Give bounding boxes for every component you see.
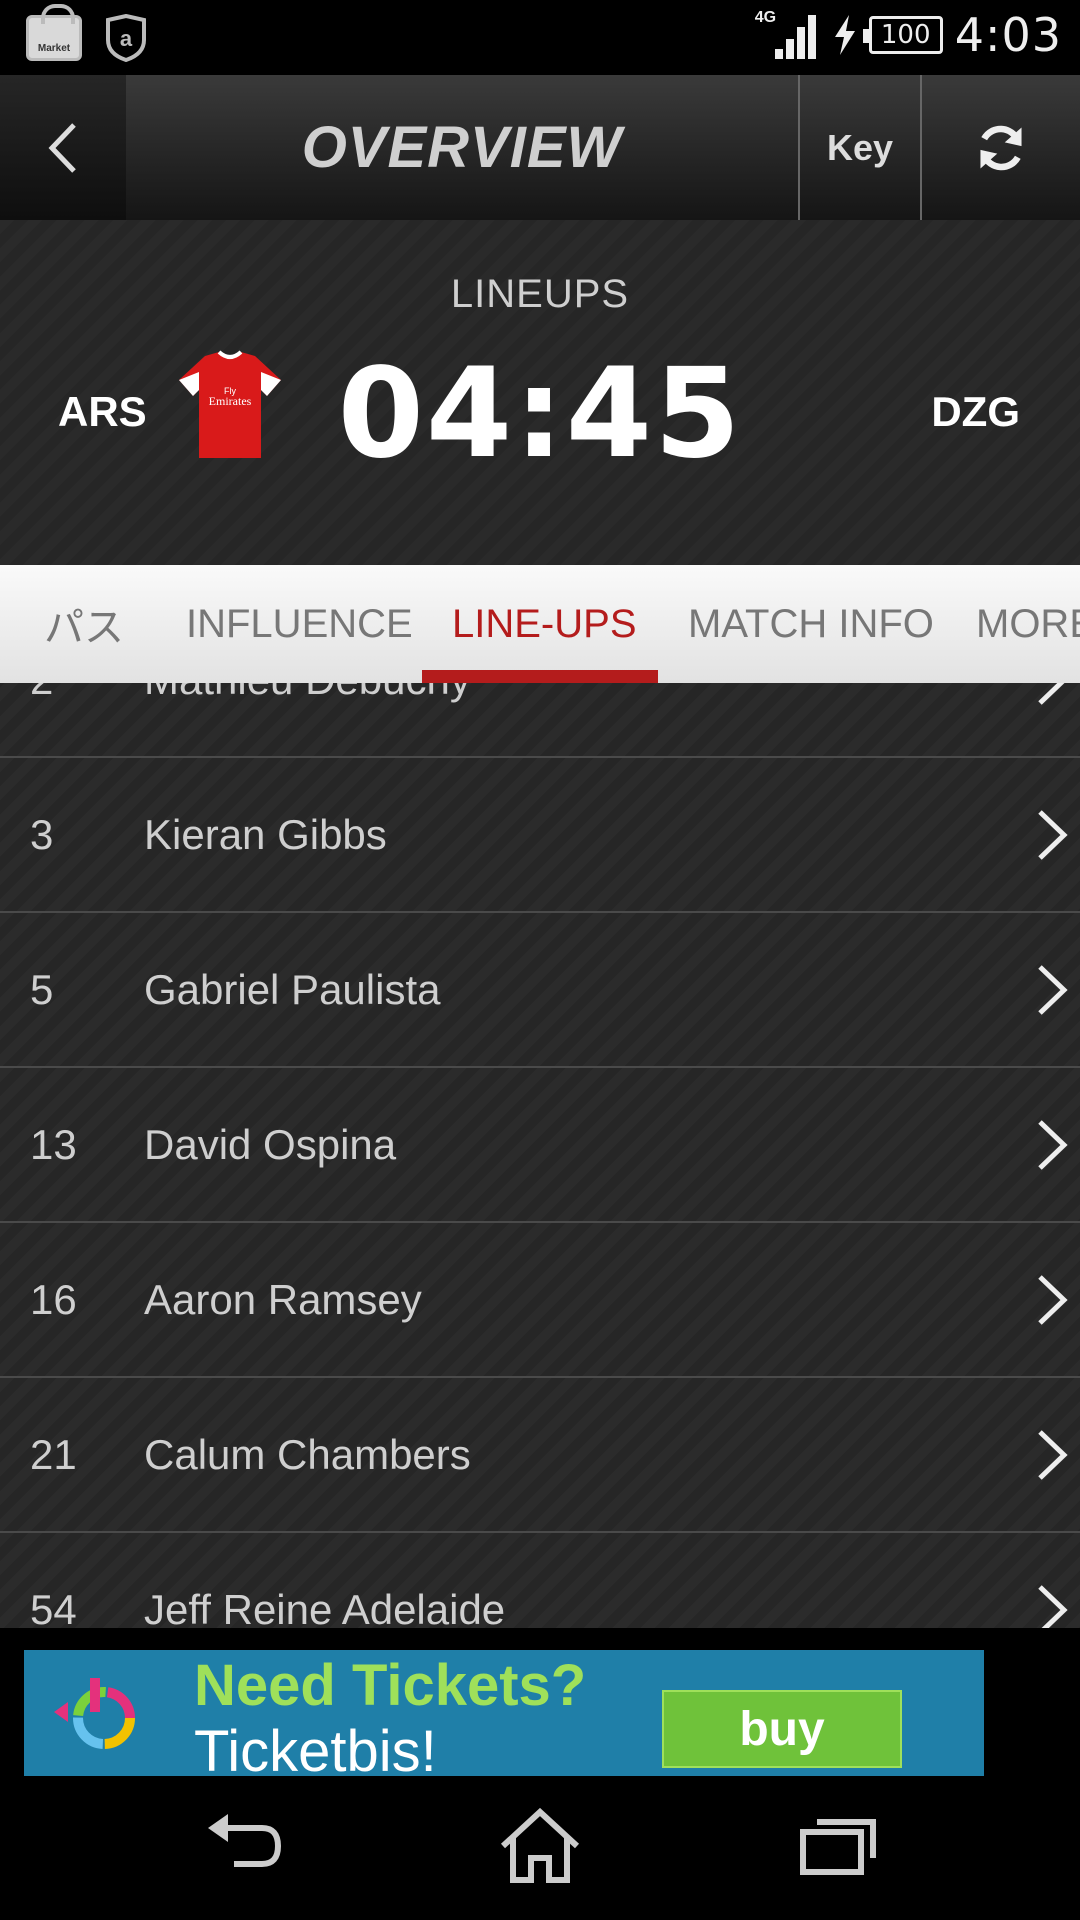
ad-buy-button[interactable]: buy	[662, 1690, 902, 1768]
arsenal-app-icon: a	[106, 14, 146, 62]
status-bar: Market a 4G 100 4:03	[0, 0, 1080, 75]
ad-subline: Ticketbis!	[194, 1719, 437, 1776]
tab-more[interactable]: MORE	[976, 565, 1080, 683]
clock: 4:03	[954, 8, 1062, 62]
page-title: OVERVIEW	[301, 115, 623, 180]
chevron-right-icon	[1038, 1585, 1068, 1628]
player-name: Gabriel Paulista	[144, 965, 441, 1013]
market-icon: Market	[26, 4, 82, 61]
chevron-right-icon	[1038, 1275, 1068, 1325]
top-nav: OVERVIEW Key	[0, 75, 1080, 220]
chevron-right-icon	[1038, 1120, 1068, 1170]
refresh-icon	[980, 125, 1022, 170]
key-button[interactable]: Key	[798, 75, 922, 220]
ticketbis-logo-icon	[54, 1678, 135, 1749]
signal-icon: 4G	[755, 9, 821, 61]
refresh-button[interactable]	[922, 75, 1080, 220]
player-number: 3	[30, 810, 54, 858]
charging-icon	[834, 15, 855, 55]
back-nav-button[interactable]	[200, 1806, 290, 1886]
list-item[interactable]: 54 Jeff Reine Adelaide	[0, 1533, 1080, 1628]
player-name: David Ospina	[144, 1120, 397, 1168]
network-type: 4G	[754, 9, 777, 26]
player-number: 16	[30, 1275, 77, 1323]
list-item[interactable]: 2 Mathieu Debuchy	[0, 683, 1080, 758]
player-number: 13	[30, 1120, 77, 1168]
match-status: LINEUPS	[450, 272, 630, 316]
recents-nav-button[interactable]	[795, 1806, 885, 1886]
player-number: 54	[30, 1585, 77, 1629]
back-arrow-icon	[48, 122, 76, 173]
player-number: 2	[30, 683, 53, 756]
chevron-right-icon	[1038, 810, 1068, 860]
list-item[interactable]: 21 Calum Chambers	[0, 1378, 1080, 1533]
battery-level: 100	[880, 20, 931, 50]
home-nav-button[interactable]	[495, 1806, 585, 1886]
player-name: Jeff Reine Adelaide	[144, 1585, 506, 1629]
player-number: 21	[30, 1430, 77, 1478]
player-name: Kieran Gibbs	[144, 810, 387, 858]
tab-match-info[interactable]: MATCH INFO	[688, 565, 934, 683]
chevron-right-icon	[1038, 683, 1065, 705]
chevron-right-icon	[1038, 965, 1068, 1015]
ad-banner[interactable]: Need Tickets? Ticketbis! buy	[24, 1650, 984, 1776]
list-item[interactable]: 5 Gabriel Paulista	[0, 913, 1080, 1068]
back-button[interactable]	[0, 75, 126, 220]
market-icon-label: Market	[37, 43, 71, 54]
match-clock: 04:45	[337, 342, 743, 486]
player-name: Aaron Ramsey	[144, 1275, 422, 1323]
svg-text:a: a	[120, 26, 133, 51]
list-item[interactable]: 16 Aaron Ramsey	[0, 1223, 1080, 1378]
tab-pass[interactable]: パス	[44, 565, 124, 683]
tab-bar: パス INFLUENCE LINE-UPS MATCH INFO MORE	[0, 565, 1080, 683]
player-number: 5	[30, 965, 54, 1013]
list-item[interactable]: 13 David Ospina	[0, 1068, 1080, 1223]
lineup-list[interactable]: 2 Mathieu Debuchy 3 Kieran Gibbs 5 Gabri…	[0, 683, 1080, 1628]
match-header: LINEUPS ARS Fly Emirates 04:45 DZG	[0, 220, 1080, 565]
tab-line-ups[interactable]: LINE-UPS	[452, 565, 637, 683]
system-nav-bar	[0, 1776, 1080, 1920]
player-name: Mathieu Debuchy	[144, 683, 471, 756]
list-item[interactable]: 3 Kieran Gibbs	[0, 758, 1080, 913]
away-team: DZG	[931, 388, 1020, 435]
battery-icon: 100	[862, 16, 943, 54]
chevron-right-icon	[1038, 1430, 1068, 1480]
active-tab-indicator	[422, 670, 658, 683]
player-name: Calum Chambers	[144, 1430, 471, 1478]
ad-headline: Need Tickets?	[194, 1653, 587, 1718]
tab-influence[interactable]: INFLUENCE	[186, 565, 413, 683]
